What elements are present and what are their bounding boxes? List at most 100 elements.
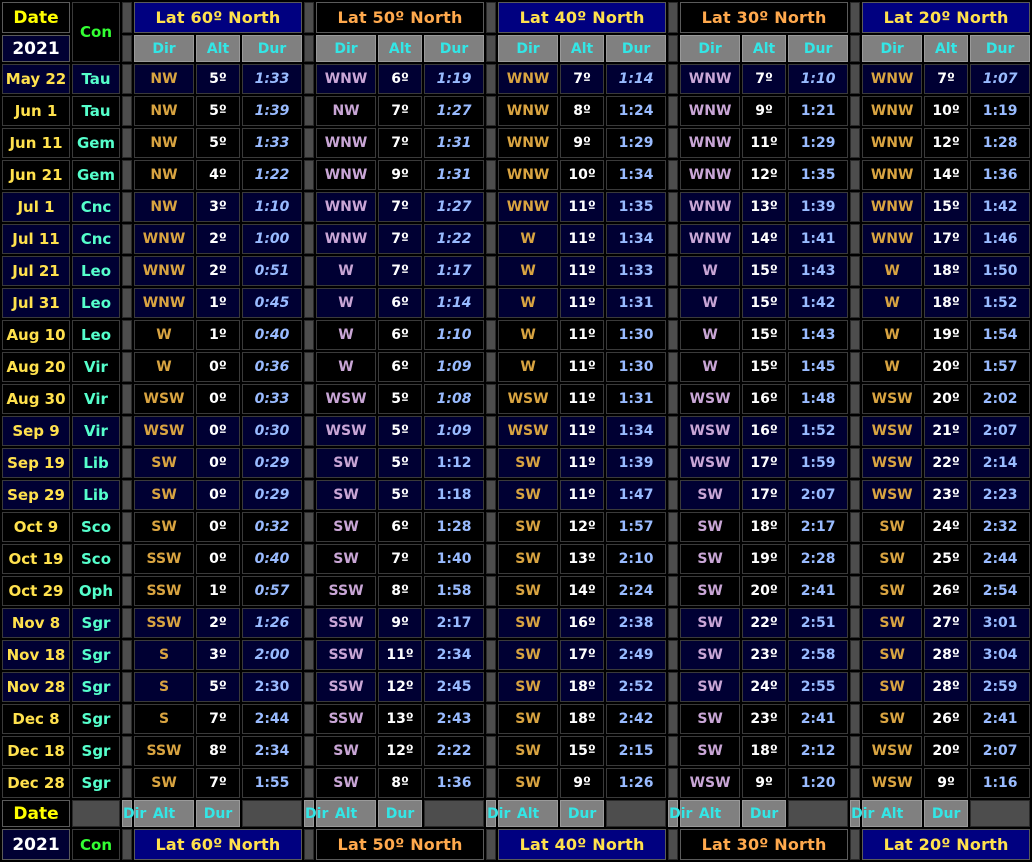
- direction-cell: SW: [680, 672, 741, 702]
- altitude-cell: 4º: [196, 160, 240, 190]
- direction-cell: WNW: [498, 96, 559, 126]
- column-separator: [486, 768, 497, 798]
- direction-cell: SW: [316, 512, 377, 542]
- altitude-cell: 15º: [742, 320, 787, 350]
- altitude-cell: 1º: [196, 288, 240, 318]
- altitude-cell: 10º: [560, 160, 605, 190]
- column-separator: [850, 512, 861, 542]
- constellation-cell: Sgr: [72, 608, 120, 638]
- column-separator: [304, 544, 315, 574]
- direction-cell: WNW: [498, 192, 559, 222]
- altitude-cell: 0º: [196, 544, 240, 574]
- column-separator: [122, 704, 132, 734]
- direction-cell: WNW: [862, 224, 923, 254]
- direction-cell: WNW: [680, 192, 741, 222]
- latitude-group-header-0: Lat 60º North: [134, 2, 303, 33]
- duration-cell: 2:51: [788, 608, 849, 638]
- altitude-cell: 11º: [560, 448, 605, 478]
- column-separator: [850, 576, 861, 606]
- direction-cell: WNW: [316, 192, 377, 222]
- subheader-dir-2: Dir: [486, 800, 510, 827]
- altitude-cell: 14º: [560, 576, 605, 606]
- subheader-dir-4: Dir: [862, 35, 923, 62]
- direction-cell: SW: [862, 640, 923, 670]
- altitude-cell: 9º: [924, 768, 969, 798]
- subheader-alt-4: Alt: [924, 35, 969, 62]
- direction-cell: SSW: [134, 576, 194, 606]
- altitude-cell: 0º: [196, 480, 240, 510]
- direction-cell: SW: [680, 544, 741, 574]
- altitude-cell: 23º: [742, 704, 787, 734]
- direction-cell: W: [498, 256, 559, 286]
- duration-cell: 2:07: [970, 416, 1031, 446]
- duration-cell: 2:44: [242, 704, 303, 734]
- direction-cell: WSW: [316, 416, 377, 446]
- direction-cell: WNW: [316, 224, 377, 254]
- altitude-cell: 5º: [196, 128, 240, 158]
- duration-cell: 3:01: [970, 608, 1031, 638]
- duration-cell: 1:43: [788, 320, 849, 350]
- latitude-group-header-2: Lat 40º North: [498, 829, 667, 860]
- table-row: Oct 29 Oph SSW 1º 0:57 SSW 8º 1:58 SW 14º 2:24 SW 20…: [2, 576, 1032, 606]
- altitude-cell: 7º: [196, 704, 240, 734]
- column-separator: [122, 2, 132, 33]
- direction-cell: WNW: [498, 64, 559, 94]
- column-separator: [304, 128, 315, 158]
- altitude-cell: 15º: [742, 256, 787, 286]
- altitude-cell: 0º: [196, 448, 240, 478]
- duration-cell: 0:32: [242, 512, 303, 542]
- altitude-cell: 7º: [378, 256, 423, 286]
- direction-cell: SW: [316, 480, 377, 510]
- duration-cell: 2:44: [970, 544, 1031, 574]
- subheader-dur-2: Dur: [560, 800, 605, 827]
- duration-cell: 1:09: [424, 416, 485, 446]
- column-separator: [486, 64, 497, 94]
- column-separator: [304, 640, 315, 670]
- duration-cell: 0:29: [242, 448, 303, 478]
- duration-cell: 2:32: [970, 512, 1031, 542]
- altitude-cell: 11º: [560, 480, 605, 510]
- date-cell: Dec 18: [2, 736, 70, 766]
- direction-cell: SW: [498, 704, 559, 734]
- direction-cell: S: [134, 704, 194, 734]
- column-separator: [668, 448, 679, 478]
- date-cell: Aug 30: [2, 384, 70, 414]
- duration-cell: 1:12: [424, 448, 485, 478]
- duration-cell: 0:33: [242, 384, 303, 414]
- table-row: Jul 11 Cnc WNW 2º 1:00 WNW 7º 1:22 W 11º 1:34 WNW 14…: [2, 224, 1032, 254]
- column-separator: [668, 640, 679, 670]
- column-separator: [486, 512, 497, 542]
- date-cell: May 22: [2, 64, 70, 94]
- column-separator: [304, 160, 315, 190]
- direction-cell: SW: [134, 480, 194, 510]
- table-row: Jul 21 Leo WNW 2º 0:51 W 7º 1:17 W 11º 1:33 W 15º 1:4…: [2, 256, 1032, 286]
- altitude-cell: 15º: [742, 288, 787, 318]
- constellation-cell: Sgr: [72, 704, 120, 734]
- direction-cell: WNW: [680, 96, 741, 126]
- column-separator: [304, 352, 315, 382]
- column-separator: [668, 576, 679, 606]
- direction-cell: SW: [862, 576, 923, 606]
- column-separator: [850, 448, 861, 478]
- column-separator: [850, 2, 861, 33]
- duration-cell: 1:19: [424, 64, 485, 94]
- column-separator: [72, 800, 120, 827]
- date-cell: Dec 8: [2, 704, 70, 734]
- altitude-cell: 0º: [196, 384, 240, 414]
- direction-cell: WNW: [862, 128, 923, 158]
- constellation-cell: Leo: [72, 256, 120, 286]
- date-cell: Sep 9: [2, 416, 70, 446]
- duration-cell: 1:45: [788, 352, 849, 382]
- direction-cell: W: [316, 288, 377, 318]
- direction-cell: WSW: [498, 384, 559, 414]
- duration-cell: 1:55: [242, 768, 303, 798]
- column-separator: [122, 736, 132, 766]
- direction-cell: SW: [498, 448, 559, 478]
- duration-cell: 2:52: [606, 672, 667, 702]
- table-row: Jun 1 Tau NW 5º 1:39 NW 7º 1:27 WNW 8º 1:24 WNW 9º 1:…: [2, 96, 1032, 126]
- duration-cell: 1:27: [424, 96, 485, 126]
- column-separator: [668, 416, 679, 446]
- duration-cell: 1:57: [606, 512, 667, 542]
- table-row: Aug 20 Vir W 0º 0:36 W 6º 1:09 W 11º 1:30 W 15º 1:45 W…: [2, 352, 1032, 382]
- duration-cell: 1:42: [788, 288, 849, 318]
